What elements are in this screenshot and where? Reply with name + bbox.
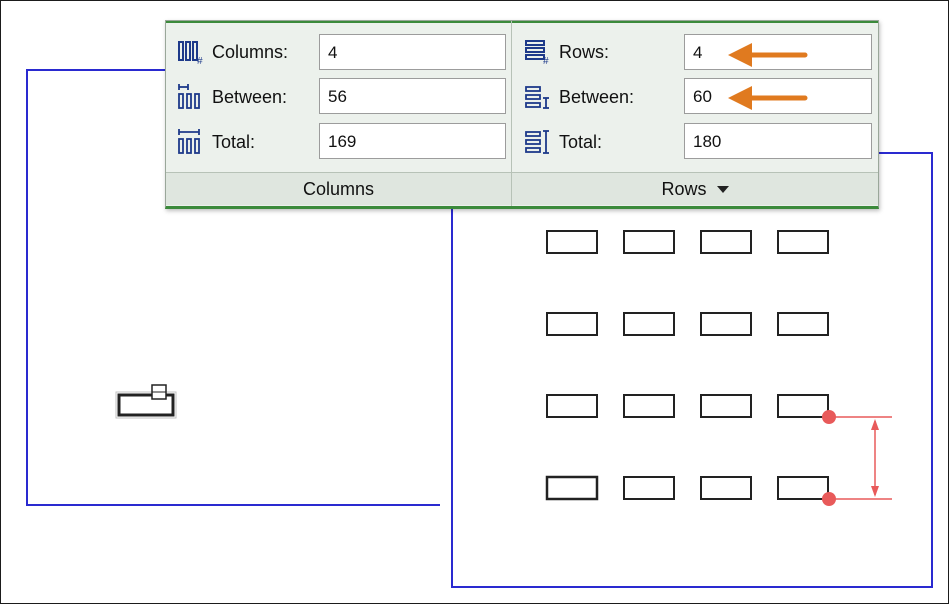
source-object[interactable]	[115, 384, 177, 419]
array-item	[700, 230, 752, 254]
columns-between-label: Between:	[212, 86, 288, 107]
row-spacing-grip[interactable]	[822, 410, 836, 424]
array-ribbon-panel: # Columns: 4 Between: 56 Total: 169 Colu…	[165, 20, 879, 209]
columns-between-row: Between:	[176, 78, 287, 116]
rows-between-label: Between:	[559, 86, 635, 107]
array-item	[700, 312, 752, 336]
array-item	[546, 394, 598, 418]
array-item	[623, 230, 675, 254]
array-item	[777, 230, 829, 254]
svg-text:#: #	[543, 56, 549, 65]
columns-between-input[interactable]: 56	[319, 78, 506, 114]
rows-between-row: Between:	[523, 78, 634, 116]
rows-between-input[interactable]: 60	[684, 78, 872, 114]
array-item	[546, 312, 598, 336]
array-item	[546, 230, 598, 254]
right-boundary-line	[451, 152, 933, 588]
columns-total-row: Total:	[176, 123, 255, 161]
columns-count-label: Columns:	[212, 41, 289, 62]
dropdown-caret-icon[interactable]	[716, 185, 729, 193]
array-item	[777, 312, 829, 336]
columns-count-input[interactable]: 4	[319, 34, 506, 70]
rows-count-input[interactable]: 4	[684, 34, 872, 70]
rows-total-icon	[523, 127, 553, 157]
rows-panel-title: Rows	[661, 178, 707, 199]
array-item	[623, 312, 675, 336]
array-item	[623, 476, 675, 500]
svg-text:#: #	[197, 56, 203, 65]
row-spacing-dimension	[829, 416, 892, 500]
rows-count-row: # Rows:	[523, 33, 609, 71]
columns-count-icon: #	[176, 37, 206, 67]
columns-total-label: Total:	[212, 131, 256, 152]
columns-panel-title: Columns	[302, 178, 375, 199]
rows-total-input[interactable]: 180	[684, 123, 872, 159]
array-item	[700, 394, 752, 418]
rows-panel-footer[interactable]: Rows	[512, 172, 878, 205]
columns-total-input[interactable]: 169	[319, 123, 506, 159]
rows-count-icon: #	[523, 37, 553, 67]
array-item	[545, 475, 599, 501]
columns-total-icon	[176, 127, 206, 157]
rows-total-row: Total:	[523, 123, 602, 161]
array-item	[700, 476, 752, 500]
rows-total-label: Total:	[559, 131, 603, 152]
array-item	[777, 476, 829, 500]
columns-count-row: # Columns:	[176, 33, 288, 71]
array-grid	[545, 230, 829, 501]
array-item	[777, 394, 829, 418]
array-item	[623, 394, 675, 418]
rows-between-icon	[523, 82, 553, 112]
rows-count-label: Rows:	[559, 41, 610, 62]
row-spacing-grip[interactable]	[822, 492, 836, 506]
columns-panel-footer: Columns	[166, 172, 511, 205]
columns-between-icon	[176, 82, 206, 112]
